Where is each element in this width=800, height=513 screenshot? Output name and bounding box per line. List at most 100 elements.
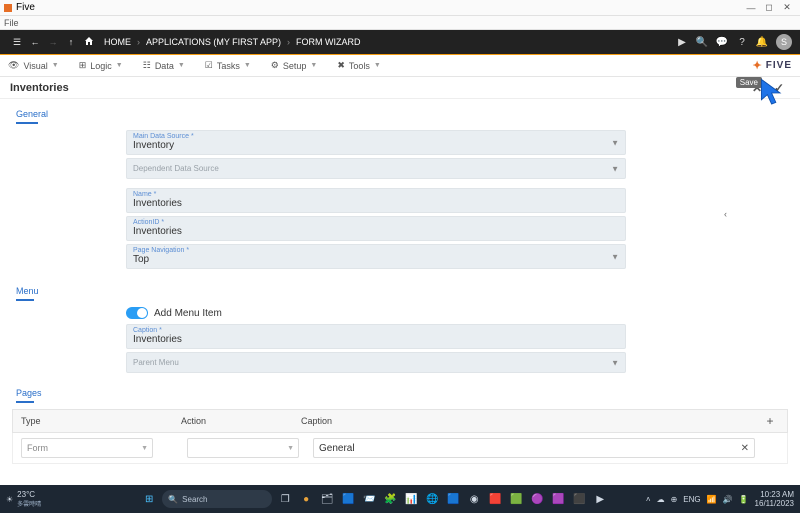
edge-icon[interactable]: 🌐	[424, 491, 440, 507]
home-icon[interactable]	[80, 36, 98, 48]
search-icon[interactable]: 🔍	[692, 37, 712, 48]
volume-icon[interactable]: 🔊	[723, 495, 733, 504]
save-tooltip: Save	[736, 77, 762, 88]
grid-header: Type Action Caption +	[12, 409, 788, 433]
section-menu: Menu	[16, 286, 39, 296]
save-button[interactable]: ✓	[768, 81, 790, 95]
start-icon[interactable]: ⊞	[141, 491, 157, 507]
tray-icon[interactable]: ☁	[657, 495, 665, 504]
breadcrumb-home[interactable]: HOME	[98, 37, 137, 47]
parent-menu-field[interactable]: Parent Menu ▼	[126, 352, 626, 373]
app-icon[interactable]: 🟦	[445, 491, 461, 507]
breadcrumb-applications[interactable]: APPLICATIONS (MY FIRST APP)	[140, 37, 287, 47]
forward-icon[interactable]: →	[44, 37, 62, 47]
grid-row: Form▼ ▼ General✕	[12, 433, 788, 464]
brand-logo: ✦FIVE	[753, 59, 792, 72]
back-icon[interactable]: ←	[26, 37, 44, 47]
logic-icon: ⊞	[79, 60, 87, 71]
app-icon[interactable]: ▶	[592, 491, 608, 507]
app-icon[interactable]: 📨	[361, 491, 377, 507]
section-underline	[16, 299, 34, 301]
wifi-icon[interactable]: 📶	[707, 495, 717, 504]
window-minimize-button[interactable]: —	[742, 3, 760, 13]
user-avatar[interactable]: S	[776, 34, 792, 50]
play-icon[interactable]: ▶	[672, 37, 692, 48]
app-icon[interactable]: 📊	[403, 491, 419, 507]
help-icon[interactable]: ?	[732, 37, 752, 48]
add-menu-item-toggle[interactable]	[126, 307, 148, 319]
bell-icon[interactable]: 🔔	[752, 37, 772, 48]
app-icon[interactable]: 🟦	[340, 491, 356, 507]
tray-icon[interactable]: ⊕	[671, 495, 678, 504]
section-underline	[16, 401, 34, 403]
chat-icon[interactable]: 💬	[712, 37, 732, 48]
toolbar-tasks[interactable]: ☑Tasks▼	[205, 60, 251, 71]
window-titlebar: Five — ◻ ✕	[0, 0, 800, 16]
toolbar-logic[interactable]: ⊞Logic▼	[79, 60, 123, 71]
chevron-down-icon[interactable]: ▼	[611, 164, 619, 173]
app-icon[interactable]: 🟣	[529, 491, 545, 507]
wrench-icon: ✖	[337, 60, 345, 71]
clock[interactable]: 10:23 AM 16/11/2023	[755, 490, 794, 508]
toolbar-visual[interactable]: 👁Visual▼	[8, 60, 59, 71]
caption-field[interactable]: Caption * Inventories	[126, 324, 626, 349]
dependent-data-source-field[interactable]: Dependent Data Source ▼	[126, 158, 626, 179]
hamburger-icon[interactable]: ☰	[8, 37, 26, 48]
battery-icon[interactable]: 🔋	[739, 495, 749, 504]
pages-grid: Type Action Caption + Form▼ ▼ General✕	[12, 409, 788, 464]
up-icon[interactable]: ↑	[62, 37, 80, 47]
actionid-field[interactable]: ActionID * Inventories	[126, 216, 626, 241]
chrome-icon[interactable]: ◉	[466, 491, 482, 507]
name-field[interactable]: Name * Inventories	[126, 188, 626, 213]
field-label: ActionID *	[133, 219, 619, 226]
taskbar-search[interactable]: 🔍Search	[162, 490, 272, 508]
chevron-down-icon[interactable]: ▼	[611, 138, 619, 147]
tasks-icon: ☑	[205, 60, 213, 71]
panel-header: Inventories ✕ ✓	[0, 77, 800, 99]
language-indicator[interactable]: ENG	[683, 495, 700, 504]
action-select[interactable]: ▼	[187, 438, 299, 458]
toolbar-tools[interactable]: ✖Tools▼	[337, 60, 381, 71]
window-maximize-button[interactable]: ◻	[760, 2, 778, 13]
page-navigation-field[interactable]: Page Navigation * Top ▼	[126, 244, 626, 269]
app-icon[interactable]: 🟥	[487, 491, 503, 507]
col-type: Type	[21, 416, 181, 426]
explorer-icon[interactable]: 🗂	[319, 491, 335, 507]
section-pages: Pages	[16, 388, 42, 398]
main-data-source-field[interactable]: Main Data Source * Inventory ▼	[126, 130, 626, 155]
weather-widget[interactable]: ☀ 23°C 多雲時晴	[6, 491, 41, 508]
clear-icon[interactable]: ✕	[741, 443, 749, 454]
app-icon[interactable]: 🟩	[508, 491, 524, 507]
toolbar-setup[interactable]: ⚙Setup▼	[271, 60, 318, 71]
field-value: Top	[133, 254, 619, 265]
chevron-down-icon[interactable]: ▼	[611, 358, 619, 367]
col-action: Action	[181, 416, 301, 426]
field-label: Name *	[133, 191, 619, 198]
window-close-button[interactable]: ✕	[778, 2, 796, 13]
caption-input[interactable]: General✕	[313, 438, 755, 458]
chevron-down-icon: ▼	[287, 445, 294, 452]
app-logo	[4, 4, 12, 12]
app-icon[interactable]: ●	[298, 491, 314, 507]
app-icon[interactable]: 🟪	[550, 491, 566, 507]
chevron-down-icon[interactable]: ▼	[611, 252, 619, 261]
prev-arrow-icon[interactable]: ‹	[724, 209, 727, 219]
toolbar: 👁Visual▼ ⊞Logic▼ ☷Data▼ ☑Tasks▼ ⚙Setup▼ …	[0, 55, 800, 77]
app-icon[interactable]: 🧩	[382, 491, 398, 507]
app-menu-bar: File	[0, 16, 800, 30]
panel-title: Inventories	[10, 82, 69, 94]
type-select[interactable]: Form▼	[21, 438, 153, 458]
add-page-button[interactable]: +	[761, 414, 779, 428]
toggle-label: Add Menu Item	[154, 308, 222, 319]
task-view-icon[interactable]: ❐	[277, 491, 293, 507]
menu-file[interactable]: File	[4, 18, 19, 28]
breadcrumb-bar: ☰ ← → ↑ HOME › APPLICATIONS (MY FIRST AP…	[0, 30, 800, 54]
app-icon[interactable]: ⬛	[571, 491, 587, 507]
toolbar-data[interactable]: ☷Data▼	[143, 60, 185, 71]
data-icon: ☷	[143, 60, 151, 71]
field-value: Inventories	[133, 226, 619, 237]
tray-chevron-icon[interactable]: ˄	[646, 495, 651, 504]
field-label: Dependent Data Source	[133, 164, 619, 173]
field-value: Inventories	[133, 198, 619, 209]
breadcrumb-form-wizard[interactable]: FORM WIZARD	[290, 37, 367, 47]
